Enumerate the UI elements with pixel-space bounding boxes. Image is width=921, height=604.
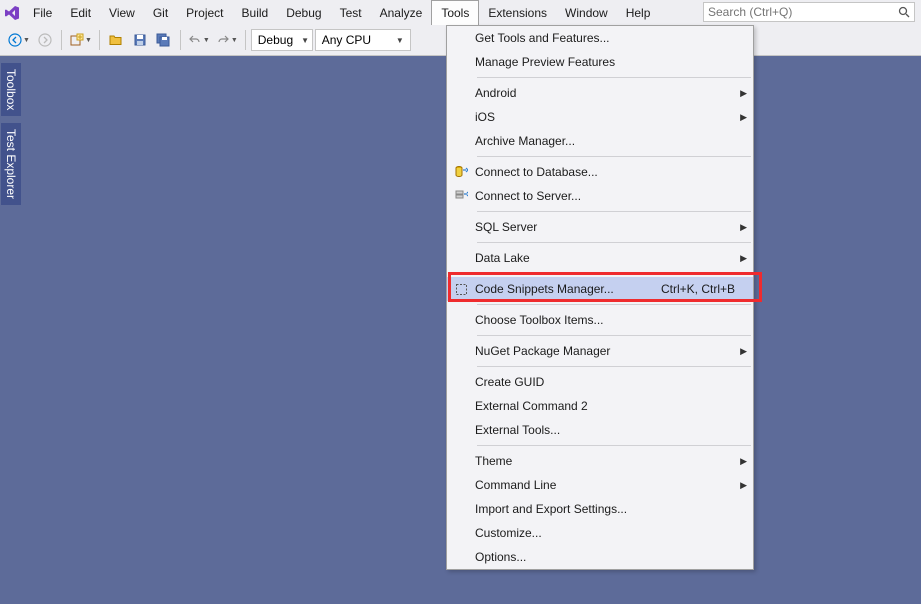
menu-item-label: Code Snippets Manager... — [475, 282, 661, 296]
submenu-arrow-icon: ▶ — [740, 88, 747, 99]
open-file-button[interactable] — [105, 29, 127, 51]
menu-item-label: Android — [475, 86, 753, 100]
menu-item-label: Import and Export Settings... — [475, 502, 753, 516]
submenu-arrow-icon: ▶ — [740, 480, 747, 491]
submenu-arrow-icon: ▶ — [740, 112, 747, 123]
menu-item-label: Connect to Database... — [475, 165, 753, 179]
menu-separator — [477, 304, 751, 305]
menubar: FileEditViewGitProjectBuildDebugTestAnal… — [0, 0, 921, 25]
menu-build[interactable]: Build — [233, 0, 278, 25]
menu-separator — [477, 156, 751, 157]
menu-separator — [477, 366, 751, 367]
menu-item-customize[interactable]: Customize... — [447, 521, 753, 545]
menu-item-options[interactable]: Options... — [447, 545, 753, 569]
tools-menu-dropdown: Get Tools and Features... Manage Preview … — [446, 25, 754, 570]
search-box[interactable] — [703, 2, 915, 22]
menu-item-choose-toolbox-items[interactable]: Choose Toolbox Items... — [447, 308, 753, 332]
menu-separator — [477, 445, 751, 446]
save-button[interactable] — [129, 29, 151, 51]
menu-debug[interactable]: Debug — [277, 0, 330, 25]
menu-item-nuget-package-manager[interactable]: NuGet Package Manager▶ — [447, 339, 753, 363]
forward-button[interactable] — [34, 29, 56, 51]
menu-help[interactable]: Help — [617, 0, 660, 25]
submenu-arrow-icon: ▶ — [740, 222, 747, 233]
platform-combobox[interactable]: Any CPU ▼ — [315, 29, 411, 51]
menu-item-label: iOS — [475, 110, 753, 124]
redo-button[interactable]: ▼ — [214, 29, 240, 51]
menu-item-label: Data Lake — [475, 251, 753, 265]
menu-item-label: SQL Server — [475, 220, 753, 234]
menu-item-label: Theme — [475, 454, 753, 468]
new-project-button[interactable]: ▼ — [67, 29, 94, 51]
menu-tools[interactable]: Tools — [431, 0, 479, 25]
menu-item-command-line[interactable]: Command Line▶ — [447, 473, 753, 497]
chevron-down-icon: ▼ — [390, 36, 406, 45]
menu-item-import-and-export-settings[interactable]: Import and Export Settings... — [447, 497, 753, 521]
menu-item-label: Create GUID — [475, 375, 753, 389]
menu-item-sql-server[interactable]: SQL Server▶ — [447, 215, 753, 239]
undo-button[interactable]: ▼ — [186, 29, 212, 51]
menu-item-label: Connect to Server... — [475, 189, 753, 203]
search-icon[interactable] — [894, 6, 914, 18]
platform-value: Any CPU — [320, 33, 373, 47]
menu-item-code-snippets-manager[interactable]: Code Snippets Manager...Ctrl+K, Ctrl+B — [447, 277, 753, 301]
menu-item-theme[interactable]: Theme▶ — [447, 449, 753, 473]
menu-item-external-command-2[interactable]: External Command 2 — [447, 394, 753, 418]
config-combobox[interactable]: Debug ▼ — [251, 29, 313, 51]
menu-item-label: External Command 2 — [475, 399, 753, 413]
search-input[interactable] — [704, 5, 894, 19]
menu-item-label: NuGet Package Manager — [475, 344, 753, 358]
submenu-arrow-icon: ▶ — [740, 346, 747, 357]
menu-separator — [477, 211, 751, 212]
menu-git[interactable]: Git — [144, 0, 177, 25]
menu-edit[interactable]: Edit — [61, 0, 100, 25]
menu-item-data-lake[interactable]: Data Lake▶ — [447, 246, 753, 270]
menu-item-connect-to-database[interactable]: Connect to Database... — [447, 160, 753, 184]
side-tab-toolbox[interactable]: Toolbox — [0, 62, 22, 117]
menu-extensions[interactable]: Extensions — [479, 0, 556, 25]
menu-item-ios[interactable]: iOS▶ — [447, 105, 753, 129]
menu-item-create-guid[interactable]: Create GUID — [447, 370, 753, 394]
menu-item-label: Choose Toolbox Items... — [475, 313, 753, 327]
menu-window[interactable]: Window — [556, 0, 617, 25]
menu-separator — [477, 273, 751, 274]
menu-item-label: Customize... — [475, 526, 753, 540]
db-icon — [447, 165, 475, 179]
menu-analyze[interactable]: Analyze — [371, 0, 432, 25]
menu-view[interactable]: View — [100, 0, 144, 25]
menu-item-label: Get Tools and Features... — [475, 31, 753, 45]
menu-project[interactable]: Project — [177, 0, 232, 25]
menu-item-archive-manager[interactable]: Archive Manager... — [447, 129, 753, 153]
menu-item-label: Manage Preview Features — [475, 55, 753, 69]
menu-item-manage-preview-features[interactable]: Manage Preview Features — [447, 50, 753, 74]
menu-separator — [477, 77, 751, 78]
submenu-arrow-icon: ▶ — [740, 456, 747, 467]
menu-item-connect-to-server[interactable]: Connect to Server... — [447, 184, 753, 208]
snippet-icon — [447, 283, 475, 296]
menu-separator — [477, 242, 751, 243]
back-button[interactable]: ▼ — [6, 29, 32, 51]
menu-test[interactable]: Test — [331, 0, 371, 25]
side-tab-test-explorer[interactable]: Test Explorer — [0, 122, 22, 206]
menu-item-label: External Tools... — [475, 423, 753, 437]
submenu-arrow-icon: ▶ — [740, 253, 747, 264]
vs-logo-icon — [0, 0, 24, 25]
menu-item-shortcut: Ctrl+K, Ctrl+B — [661, 282, 753, 296]
server-icon — [447, 189, 475, 203]
menu-separator — [477, 335, 751, 336]
menu-file[interactable]: File — [24, 0, 61, 25]
menu-item-get-tools-and-features[interactable]: Get Tools and Features... — [447, 26, 753, 50]
menu-item-label: Options... — [475, 550, 753, 564]
config-value: Debug — [256, 33, 295, 47]
save-all-button[interactable] — [153, 29, 175, 51]
menu-item-label: Archive Manager... — [475, 134, 753, 148]
menu-item-external-tools[interactable]: External Tools... — [447, 418, 753, 442]
menu-item-android[interactable]: Android▶ — [447, 81, 753, 105]
menu-item-label: Command Line — [475, 478, 753, 492]
chevron-down-icon: ▼ — [295, 36, 311, 45]
